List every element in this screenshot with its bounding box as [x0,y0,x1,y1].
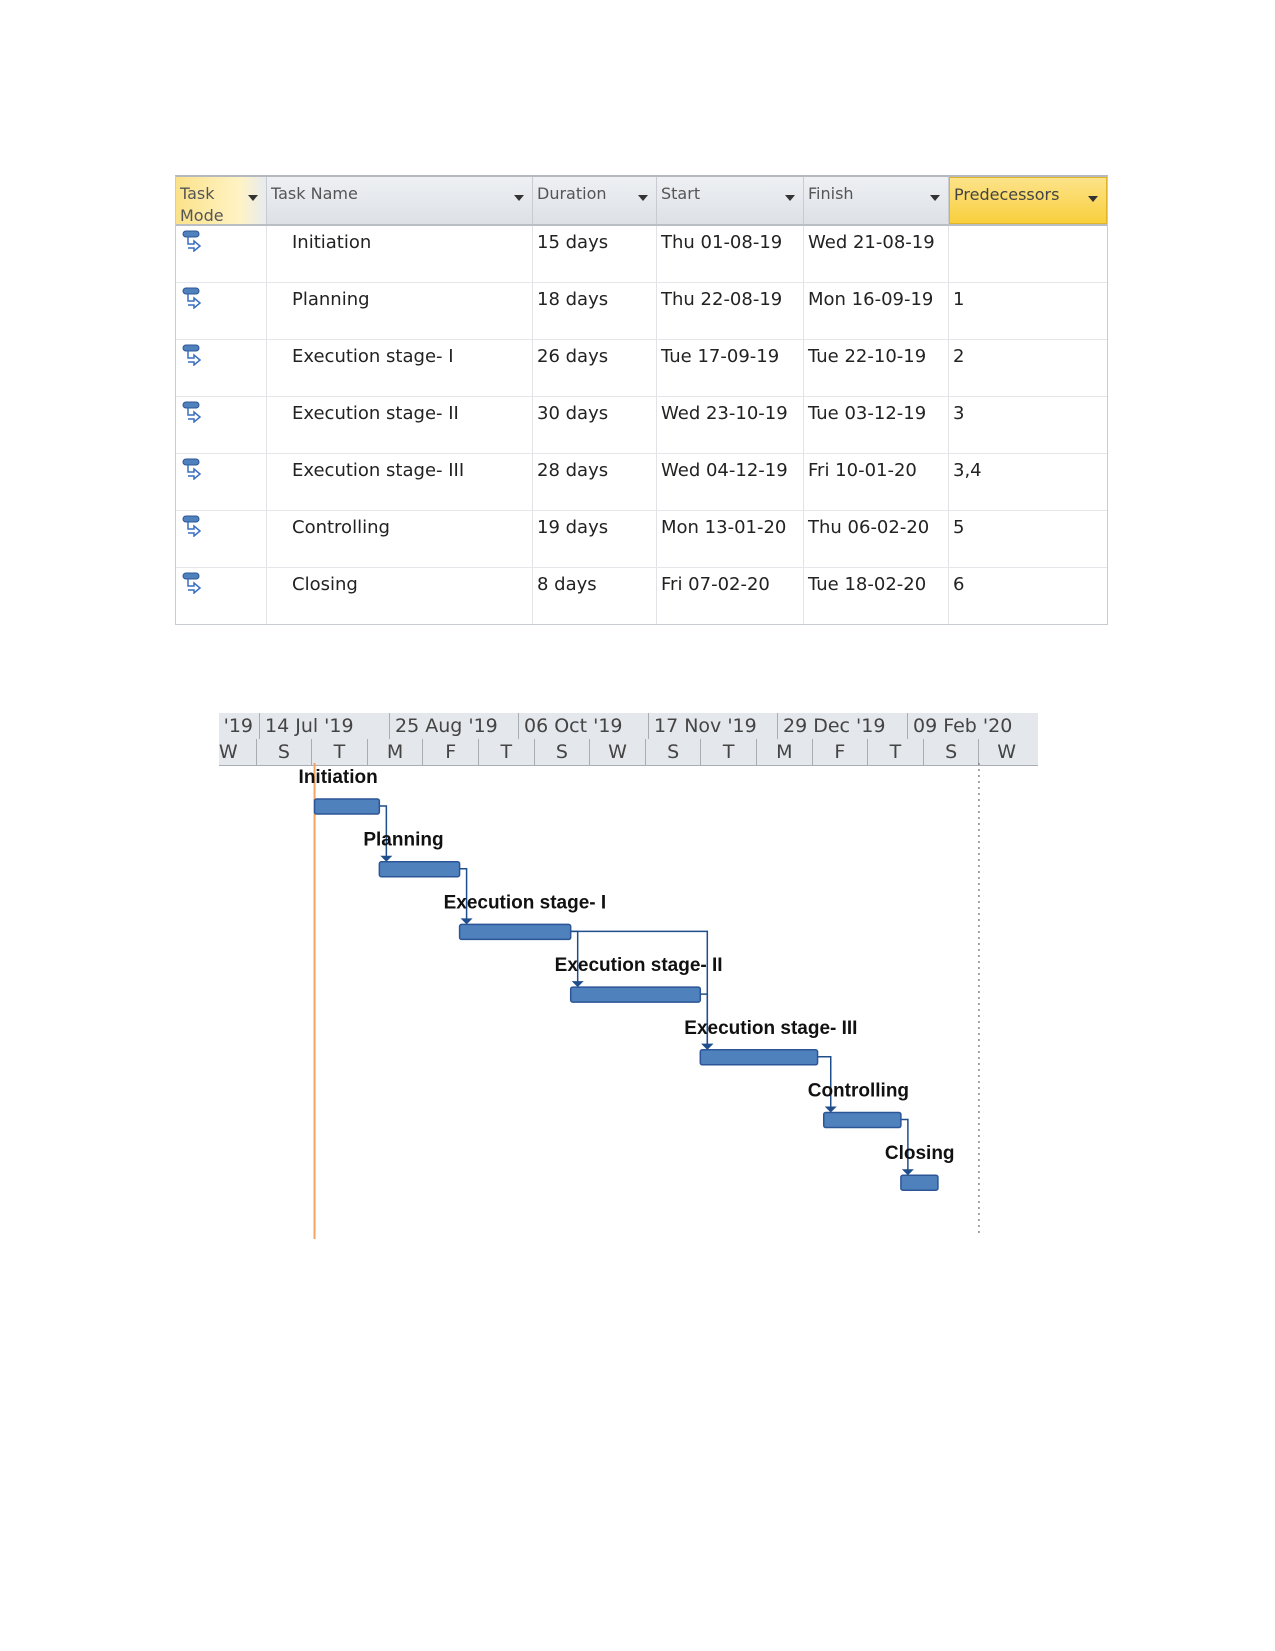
task-bar [458,923,572,941]
gantt-bars-area: Initiation Planning Execution stage- I Exec… [299,763,980,1239]
task-bar-label: Planning [363,830,443,851]
table-row[interactable]: Controlling 19 days Mon 13-01-20 Thu 06-02-… [176,511,1107,568]
auto-scheduled-task-icon [182,344,202,367]
auto-scheduled-task-icon [182,572,202,595]
task-bar-label: Execution stage- I [444,892,607,913]
table-row[interactable]: Initiation 15 days Thu 01-08-19 Wed 21-08-1… [176,226,1107,283]
dependency-arrow-icon [571,981,584,988]
cell-finish[interactable]: Fri 10-01-20 [804,454,949,510]
task-mode-cell[interactable] [176,283,267,339]
dropdown-arrow-icon[interactable] [638,195,648,201]
cell-name[interactable]: Execution stage- I [267,340,533,396]
task-bar [313,798,381,815]
cell-start[interactable]: Fri 07-02-20 [657,568,804,624]
cell-predecessors[interactable]: 2 [949,340,1107,396]
cell-duration[interactable]: 8 days [533,568,657,624]
cell-predecessors[interactable]: 3,4 [949,454,1107,510]
cell-predecessors[interactable]: 5 [949,511,1107,567]
auto-scheduled-task-icon [182,287,202,310]
task-bar-label: Closing [885,1143,955,1164]
auto-scheduled-task-icon [182,401,202,424]
cell-name[interactable]: Initiation [267,226,533,282]
task-mode-cell[interactable] [176,568,267,624]
gantt-chart: '19 14 Jul '19 25 Aug '19 06 Oct '19 17 Nov … [219,711,1038,1241]
dropdown-arrow-icon[interactable] [785,195,795,201]
table-header: Task Mode Task Name Duration Start Finis… [176,177,1107,226]
cell-duration[interactable]: 30 days [533,397,657,453]
cell-name[interactable]: Execution stage- II [267,397,533,453]
task-bar-label: Execution stage- III [684,1018,857,1039]
dependency-arrow-icon [380,855,393,862]
column-header-finish[interactable]: Finish [804,177,949,224]
cell-finish[interactable]: Tue 03-12-19 [804,397,949,453]
cell-duration[interactable]: 15 days [533,226,657,282]
cell-duration[interactable]: 28 days [533,454,657,510]
cell-finish[interactable]: Tue 22-10-19 [804,340,949,396]
column-header-duration[interactable]: Duration [533,177,657,224]
cell-duration[interactable]: 18 days [533,283,657,339]
task-mode-cell[interactable] [176,397,267,453]
cell-finish[interactable]: Tue 18-02-20 [804,568,949,624]
dropdown-arrow-icon[interactable] [1088,196,1098,202]
cell-name[interactable]: Planning [267,283,533,339]
cell-finish[interactable]: Thu 06-02-20 [804,511,949,567]
task-mode-cell[interactable] [176,511,267,567]
cell-name[interactable]: Controlling [267,511,533,567]
cell-start[interactable]: Tue 17-09-19 [657,340,804,396]
task-bar-label: Controlling [808,1081,909,1102]
task-bar [378,860,461,878]
cell-duration[interactable]: 26 days [533,340,657,396]
cell-duration[interactable]: 19 days [533,511,657,567]
task-bar-label: Execution stage- II [555,955,723,976]
task-table: Task Mode Task Name Duration Start Finis… [175,175,1108,625]
task-mode-cell[interactable] [176,226,267,282]
dependency-arrow-icon [824,1106,837,1113]
dependency-arrow-icon [701,1043,714,1050]
auto-scheduled-task-icon [182,458,202,481]
column-header-predecessors[interactable]: Predecessors [949,177,1107,224]
cell-predecessors[interactable] [949,226,1107,282]
task-bar [900,1174,939,1191]
auto-scheduled-task-icon [182,515,202,538]
table-row[interactable]: Execution stage- I 26 days Tue 17-09-19 Tue… [176,340,1107,397]
cell-start[interactable]: Wed 23-10-19 [657,397,804,453]
cell-name[interactable]: Execution stage- III [267,454,533,510]
dropdown-arrow-icon[interactable] [248,195,258,201]
cell-finish[interactable]: Wed 21-08-19 [804,226,949,282]
dropdown-arrow-icon[interactable] [930,195,940,201]
dropdown-arrow-icon[interactable] [514,195,524,201]
cell-predecessors[interactable]: 6 [949,568,1107,624]
task-mode-cell[interactable] [176,454,267,510]
cell-start[interactable]: Thu 22-08-19 [657,283,804,339]
cell-predecessors[interactable]: 3 [949,397,1107,453]
task-bar [699,1049,819,1066]
column-header-task-mode[interactable]: Task Mode [176,177,267,225]
table-row[interactable]: Execution stage- III 28 days Wed 04-12-19 F… [176,454,1107,511]
cell-start[interactable]: Mon 13-01-20 [657,511,804,567]
task-bar [569,986,702,1003]
table-row[interactable]: Execution stage- II 30 days Wed 23-10-19 Tu… [176,397,1107,454]
auto-scheduled-task-icon [182,230,202,253]
cell-name[interactable]: Closing [267,568,533,624]
cell-start[interactable]: Thu 01-08-19 [657,226,804,282]
task-bar [822,1111,902,1129]
cell-finish[interactable]: Mon 16-09-19 [804,283,949,339]
dependency-arrow-icon [460,918,473,925]
cell-start[interactable]: Wed 04-12-19 [657,454,804,510]
task-mode-cell[interactable] [176,340,267,396]
task-bar-label: Initiation [299,767,378,788]
column-header-start[interactable]: Start [657,177,804,224]
dependency-arrow-icon [901,1169,914,1176]
table-row[interactable]: Closing 8 days Fri 07-02-20 Tue 18-02-20 6 [176,568,1107,624]
cell-predecessors[interactable]: 1 [949,283,1107,339]
column-header-task-name[interactable]: Task Name [267,177,533,224]
table-row[interactable]: Planning 18 days Thu 22-08-19 Mon 16-09-19 1 [176,283,1107,340]
